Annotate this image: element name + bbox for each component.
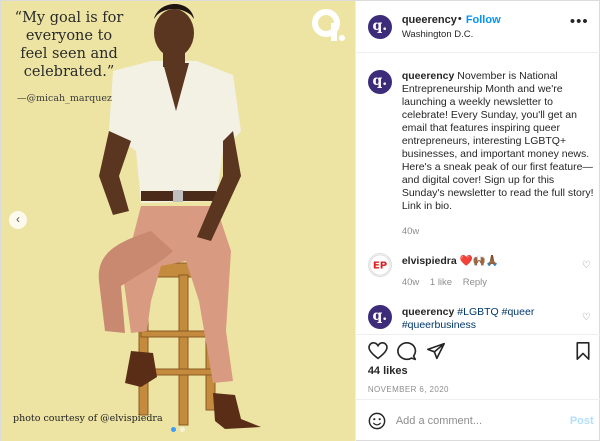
post-date[interactable]: NOVEMBER 6, 2020 xyxy=(368,385,449,394)
share-send-icon[interactable] xyxy=(426,342,446,360)
comment-likes[interactable]: 1 like xyxy=(430,277,452,288)
avatar[interactable]: q. xyxy=(367,305,392,329)
hashtag-link[interactable]: #LGBTQ xyxy=(457,306,498,318)
carousel-dots xyxy=(171,427,185,432)
comments-section[interactable]: q. queerency November is National Entrep… xyxy=(356,54,600,334)
username-link[interactable]: queerency xyxy=(402,14,457,26)
comment-text: queerency #LGBTQ #queer #queerbusiness xyxy=(402,306,577,332)
add-comment-bar: Post xyxy=(355,399,600,441)
avatar[interactable]: q. xyxy=(367,70,392,94)
like-heart-icon[interactable] xyxy=(367,342,388,360)
post-sidebar: q. queerency • Follow Washington D.C. ••… xyxy=(354,1,600,441)
quote-author: —@micah_marquez xyxy=(17,93,112,104)
post-header: q. queerency • Follow Washington D.C. ••… xyxy=(355,1,600,53)
caption-text: queerency November is National Entrepren… xyxy=(402,70,595,213)
comment-body: ❤️🙌🏾🙏🏾 xyxy=(459,255,499,267)
follow-button[interactable]: Follow xyxy=(466,14,501,26)
instagram-post: “My goal is for everyone to feel seen an… xyxy=(0,0,600,441)
comment-timestamp[interactable]: 40w xyxy=(402,277,419,288)
carousel-dot-active xyxy=(171,427,176,432)
photo-credit: photo courtesy of @elvispiedra xyxy=(13,413,163,424)
avatar[interactable]: q. xyxy=(367,15,392,39)
comment-text: elvispiedra ❤️🙌🏾🙏🏾 xyxy=(402,254,499,267)
quote-text: “My goal is for everyone to feel seen an… xyxy=(14,10,124,80)
comment-bubble-icon[interactable] xyxy=(396,342,417,361)
more-options-icon[interactable]: ••• xyxy=(570,13,589,30)
separator-dot: • xyxy=(457,13,462,25)
svg-text:EP: EP xyxy=(373,261,387,272)
add-comment-input[interactable] xyxy=(395,412,546,430)
avatar[interactable]: EP xyxy=(367,253,392,277)
emoji-icon[interactable] xyxy=(368,412,386,430)
hashtag-link[interactable]: #queerbusiness xyxy=(402,319,476,331)
username-link[interactable]: queerency xyxy=(402,306,455,318)
username-link[interactable]: elvispiedra xyxy=(402,255,457,267)
hashtag-link[interactable]: #queer xyxy=(502,306,535,318)
location-link[interactable]: Washington D.C. xyxy=(402,29,473,40)
carousel-dot xyxy=(180,427,185,432)
previous-slide-button[interactable]: ‹ xyxy=(9,211,27,229)
comment-meta: 40w 1 like Reply xyxy=(402,277,495,288)
reply-button[interactable]: Reply xyxy=(463,277,487,288)
save-bookmark-icon[interactable] xyxy=(575,342,591,360)
post-comment-button[interactable]: Post xyxy=(570,415,594,427)
post-media[interactable]: “My goal is for everyone to feel seen an… xyxy=(1,1,355,441)
username-link[interactable]: queerency xyxy=(402,70,455,82)
queerency-logo-icon xyxy=(312,9,345,41)
caption-timestamp[interactable]: 40w xyxy=(402,226,419,237)
like-comment-heart-icon[interactable]: ♡ xyxy=(582,312,591,323)
caption-body: November is National Entrepreneurship Mo… xyxy=(401,70,594,212)
like-comment-heart-icon[interactable]: ♡ xyxy=(582,260,591,271)
likes-count[interactable]: 44 likes xyxy=(368,365,408,377)
